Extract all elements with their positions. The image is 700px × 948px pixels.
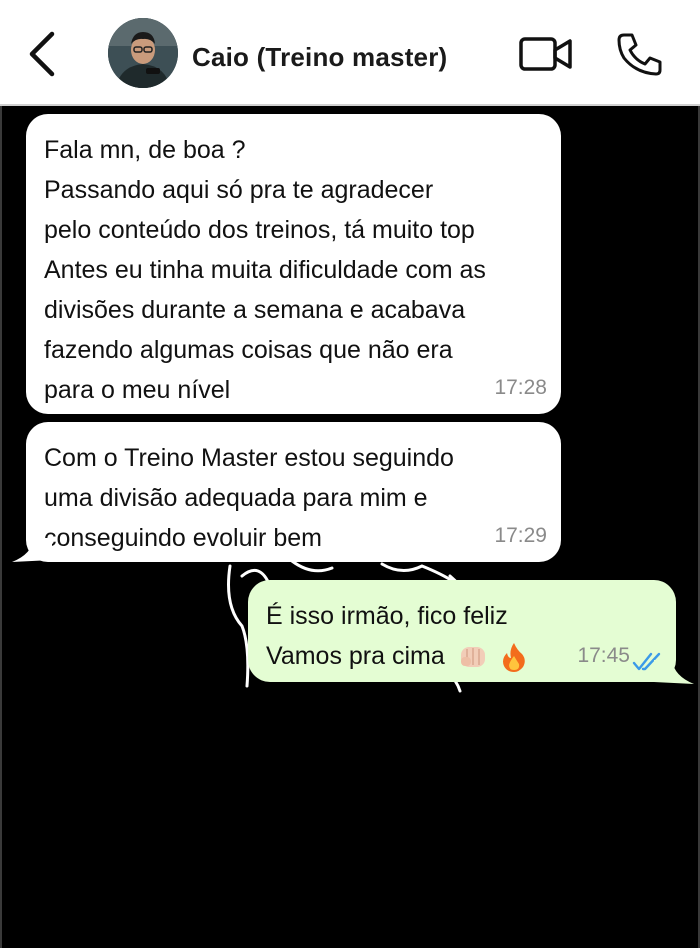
message-bubble-incoming[interactable]: Com o Treino Master estou seguindo uma d…	[26, 422, 561, 562]
message-text-line: uma divisão adequada para mim e	[44, 484, 428, 512]
chat-header: Caio (Treino master)	[0, 0, 700, 106]
video-camera-icon	[519, 37, 572, 71]
video-call-button[interactable]	[518, 30, 574, 78]
message-text-line: pelo conteúdo dos treinos, tá muito top	[44, 216, 475, 244]
chat-area[interactable]: Fala mn, de boa ? Passando aqui só pra t…	[0, 106, 700, 948]
bubble-tail	[654, 660, 694, 684]
message-text-line: É isso irmão, fico feliz	[266, 602, 508, 630]
phone-icon	[617, 33, 662, 76]
message-text-line: divisões durante a semana e acabava	[44, 296, 466, 324]
message-text-line: Antes eu tinha muita dificuldade com as	[44, 256, 486, 284]
message-text-line: Passando aqui só pra te agradecer	[44, 176, 434, 204]
message-bubble-outgoing[interactable]: É isso irmão, fico feliz Vamos pra cima …	[248, 580, 676, 682]
message-bubble-incoming[interactable]: Fala mn, de boa ? Passando aqui só pra t…	[26, 114, 561, 414]
back-button[interactable]	[22, 28, 62, 80]
fist-bump-emoji	[460, 647, 485, 668]
message-timestamp: 17:29	[494, 524, 547, 547]
chevron-left-icon	[29, 31, 55, 77]
fire-emoji	[502, 643, 525, 673]
message-text-line: para o meu nível	[44, 376, 231, 404]
message-text-line: conseguindo evoluir bem	[44, 524, 322, 552]
message-text-line: Com o Treino Master estou seguindo	[44, 444, 454, 472]
message-timestamp: 17:45	[577, 644, 630, 667]
bubble-tail	[12, 538, 52, 562]
contact-name[interactable]: Caio (Treino master)	[192, 42, 447, 73]
message-text: Vamos pra cima	[266, 642, 445, 670]
message-text-line: fazendo algumas coisas que não era	[44, 336, 453, 364]
contact-photo	[108, 18, 178, 88]
voice-call-button[interactable]	[614, 30, 664, 78]
message-text-line: Fala mn, de boa ?	[44, 136, 246, 164]
avatar[interactable]	[108, 18, 178, 88]
message-timestamp: 17:28	[494, 376, 547, 399]
